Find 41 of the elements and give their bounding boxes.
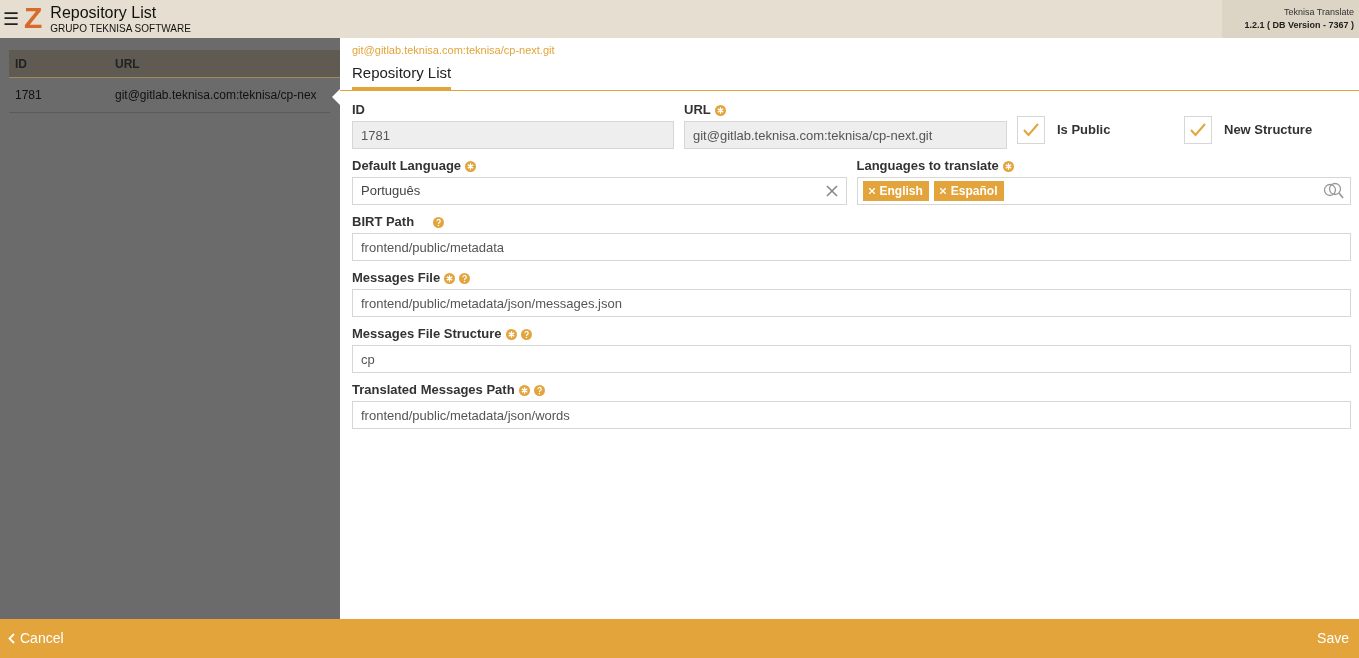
checkbox[interactable] [1184,116,1212,144]
remove-icon[interactable] [939,188,946,194]
checkbox[interactable] [1017,116,1045,144]
clear-icon[interactable] [825,185,838,197]
column-header: URL [114,55,140,73]
field-label: Languages to translate [856,157,999,176]
field-label: ID [352,101,365,120]
section-tab[interactable]: Repository List [352,58,452,90]
text-field[interactable]: frontend/public/metadata [352,233,1351,261]
version-text: 1.2.1 ( DB Version - 7367 ) [1244,19,1354,32]
check-icon [1190,123,1206,137]
checkbox-label: Is Public [1057,121,1111,140]
menu-button[interactable]: ☰ [2,0,20,38]
text-field[interactable]: frontend/public/metadata/json/words [352,401,1351,429]
text-field[interactable]: git@gitlab.teknisa.com:teknisa/cp-next.git [684,121,1007,149]
field-label: URL [684,101,711,120]
select-value: Português [361,182,422,201]
company-name: GRUPO TEKNISA SOFTWARE [50,21,192,35]
logo: Z [24,0,43,36]
back-icon [8,633,15,644]
field-label: Default Language [352,157,462,176]
field-label: Messages File Structure [352,325,502,344]
tag-text: English [879,183,923,200]
field-label: Translated Messages Path [352,381,515,400]
text-field[interactable]: 1781 [352,121,674,149]
text-field[interactable]: cp [352,345,1351,373]
table-cell-text: git@gitlab.teknisa.com:teknisa/cp-nex [114,87,317,104]
breadcrumb: git@gitlab.teknisa.com:teknisa/cp-next.git [352,43,556,58]
search-icon[interactable] [1323,182,1345,200]
text-field[interactable]: frontend/public/metadata/json/messages.json [352,289,1351,317]
tag-text: Español [950,183,998,200]
checkbox-label: New Structure [1224,121,1313,140]
check-icon [1023,123,1039,137]
field-label: BIRT Path [352,213,415,232]
page-title: Repository List [50,3,158,22]
column-header: ID [14,55,28,73]
app-name: Teknisa Translate [1283,5,1354,19]
remove-icon[interactable] [868,188,875,194]
language-select[interactable]: Português [352,177,847,205]
field-label: Messages File [352,269,441,288]
table-cell-text: 1781 [14,87,43,104]
